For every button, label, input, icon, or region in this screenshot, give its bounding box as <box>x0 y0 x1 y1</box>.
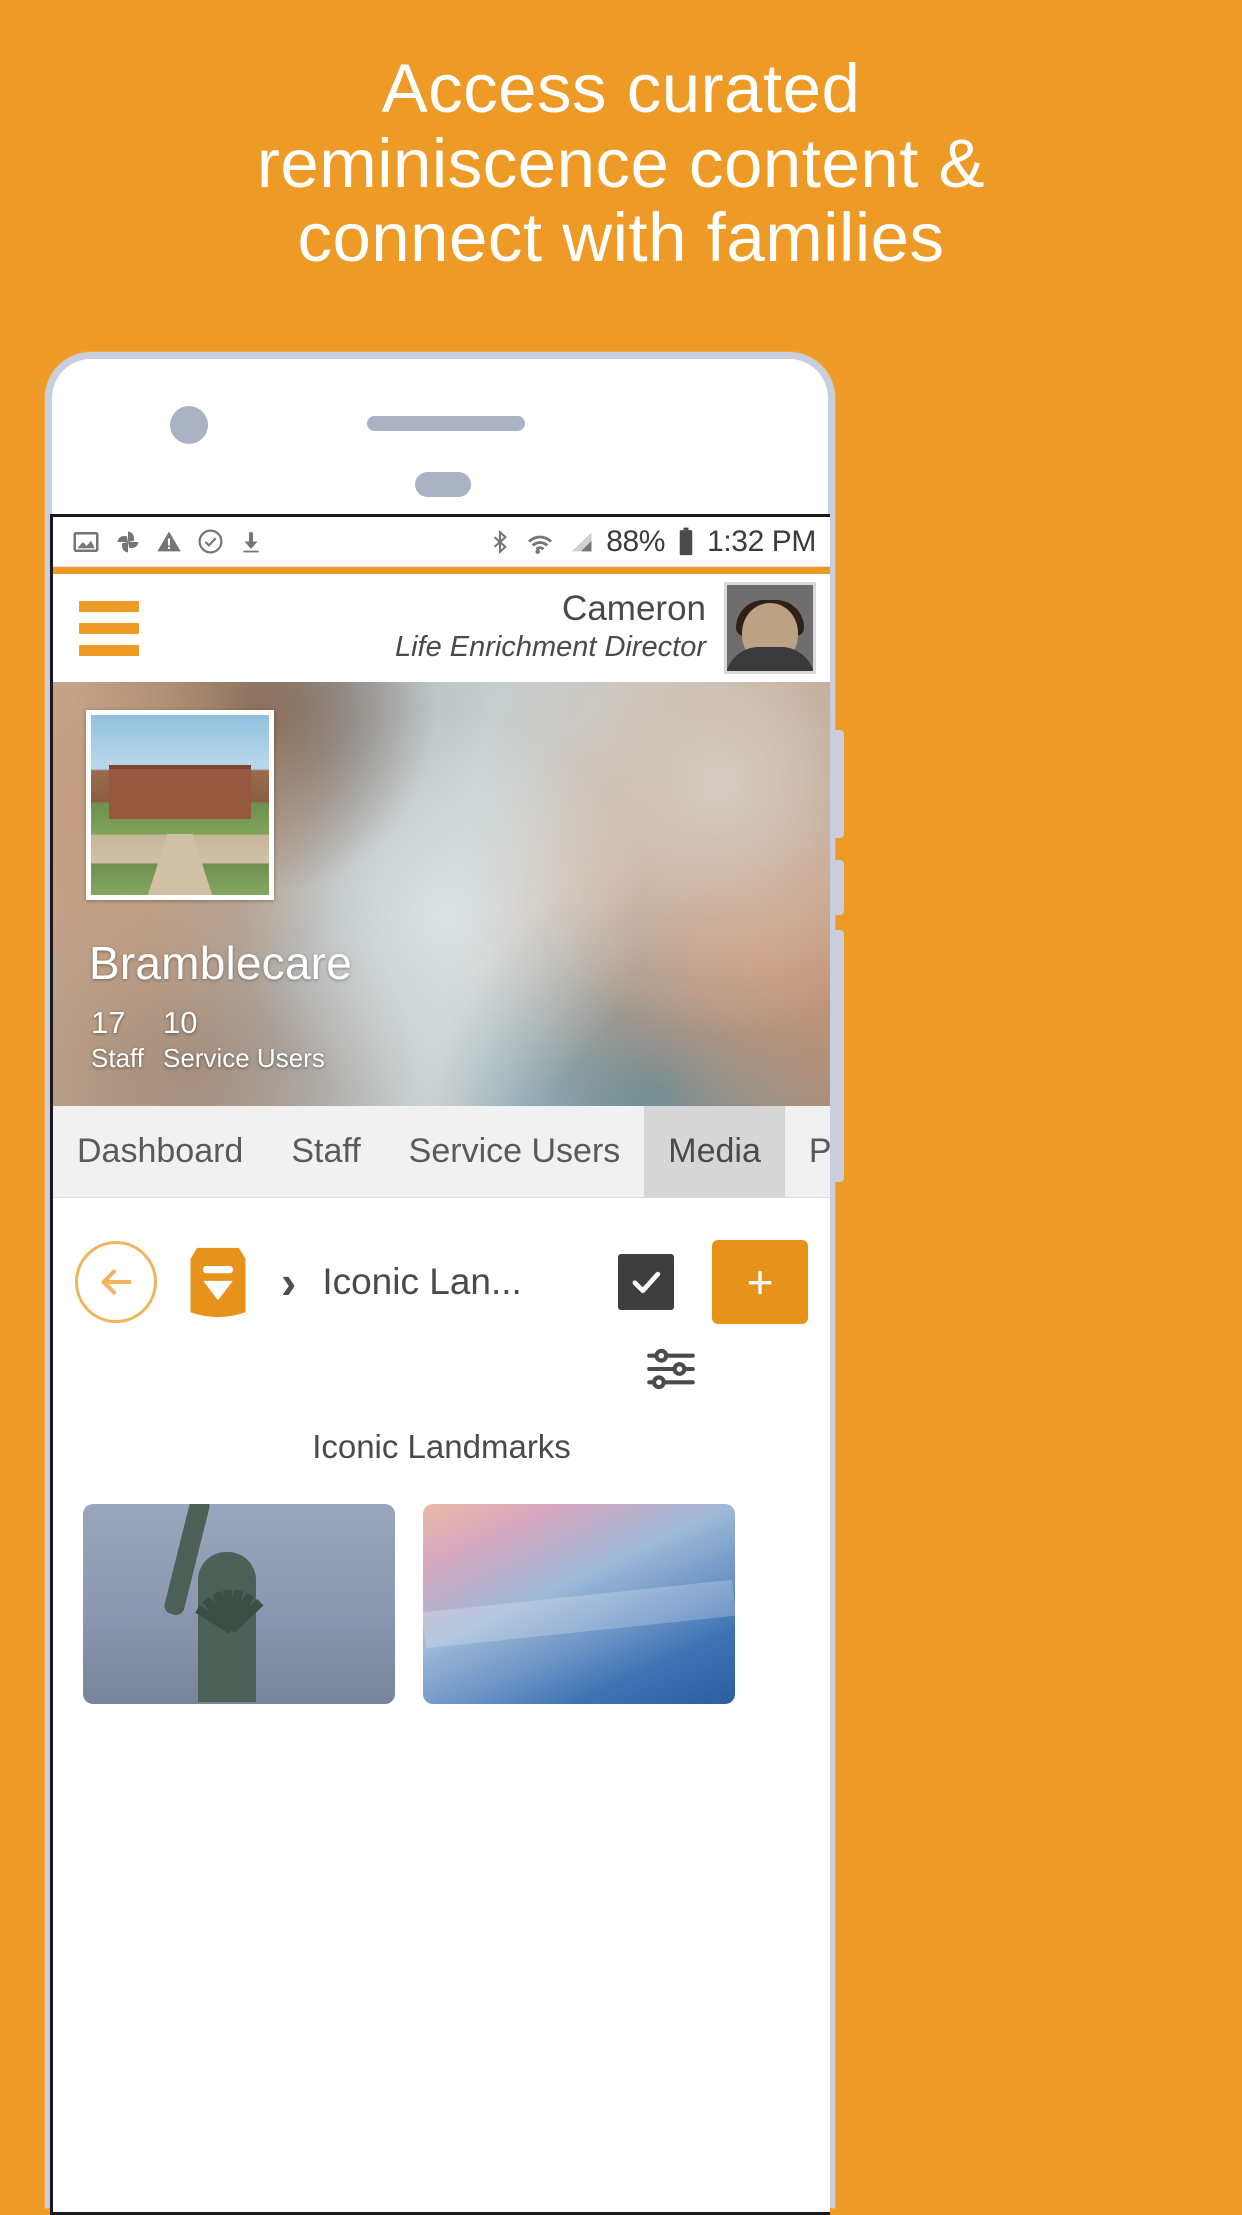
stat-staff-label: Staff <box>91 1042 145 1073</box>
signal-icon <box>571 532 592 551</box>
filter-row <box>53 1324 830 1398</box>
breadcrumb[interactable]: Iconic Lan... <box>322 1261 522 1303</box>
volume-down-button[interactable] <box>832 860 844 915</box>
media-card[interactable] <box>423 1504 735 1704</box>
select-all-checkbox[interactable] <box>618 1254 674 1310</box>
proximity-sensor <box>415 472 471 497</box>
avatar[interactable] <box>724 582 816 674</box>
phone-screen: 88% 1:32 PM Cameron Life Enrichment Dire… <box>50 514 830 2215</box>
organisation-stats: 17 Staff 10 Service Users <box>91 1004 325 1074</box>
check-circle-icon <box>198 529 223 554</box>
media-toolbar: › Iconic Lan... + <box>53 1198 830 1324</box>
battery-percent: 88% <box>606 524 666 558</box>
headline-line-3: connect with families <box>297 199 945 277</box>
hamburger-menu-icon[interactable] <box>79 600 139 656</box>
stat-staff-value: 17 <box>91 1005 126 1041</box>
phone-mockup: 88% 1:32 PM Cameron Life Enrichment Dire… <box>45 352 835 2215</box>
user-name: Cameron <box>562 589 706 629</box>
status-bar-right-icons: 88% 1:32 PM <box>487 525 816 559</box>
front-camera-icon <box>170 406 208 444</box>
pinwheel-icon <box>117 531 139 552</box>
headline-line-2: reminiscence content & <box>256 124 986 202</box>
power-button[interactable] <box>832 930 844 1182</box>
filter-sliders-icon[interactable] <box>642 1340 700 1398</box>
back-button[interactable] <box>75 1241 157 1323</box>
organisation-thumbnail[interactable] <box>86 710 274 900</box>
tab-dashboard[interactable]: Dashboard <box>53 1106 267 1197</box>
volume-up-button[interactable] <box>832 730 844 838</box>
archive-box-icon[interactable] <box>185 1246 251 1318</box>
clock: 1:32 PM <box>707 524 816 558</box>
headline-line-1: Access curated <box>381 50 861 127</box>
back-arrow-icon <box>101 1269 132 1295</box>
wifi-icon <box>528 535 553 554</box>
add-media-button[interactable]: + <box>712 1240 808 1324</box>
status-bar-left-icons <box>71 527 264 557</box>
tab-media[interactable]: Media <box>644 1106 785 1197</box>
tab-places[interactable]: Places <box>785 1106 830 1197</box>
warning-icon <box>157 531 181 551</box>
image-icon <box>73 531 99 552</box>
stat-service-users: 10 Service Users <box>163 1004 325 1074</box>
media-grid <box>53 1466 830 1704</box>
download-icon <box>243 531 259 552</box>
promo-headline: Access curated reminiscence content & co… <box>0 50 1242 277</box>
user-info[interactable]: Cameron Life Enrichment Director <box>395 589 724 667</box>
stat-service-users-label: Service Users <box>163 1042 325 1073</box>
stat-staff: 17 Staff <box>91 1004 155 1074</box>
organisation-hero: Bramblecare 17 Staff 10 Service Users <box>53 682 830 1106</box>
chevron-right-icon: › <box>281 1256 297 1308</box>
stat-service-users-value: 10 <box>163 1005 198 1041</box>
section-title: Iconic Landmarks <box>312 1428 571 1465</box>
section-tabs: Dashboard Staff Service Users Media Plac… <box>53 1106 830 1198</box>
media-content-panel: › Iconic Lan... + Iconic Landmarks <box>53 1198 830 2212</box>
bluetooth-icon <box>494 529 508 554</box>
tab-service-users[interactable]: Service Users <box>385 1106 645 1197</box>
brand-accent-bar <box>53 567 830 574</box>
organisation-name: Bramblecare <box>89 937 352 989</box>
checkbox-checked-icon <box>632 1271 661 1294</box>
tab-staff[interactable]: Staff <box>267 1106 384 1197</box>
app-header: Cameron Life Enrichment Director <box>53 574 830 682</box>
status-bar: 88% 1:32 PM <box>53 517 830 567</box>
earpiece-speaker <box>367 416 525 431</box>
media-card[interactable] <box>83 1504 395 1704</box>
user-role: Life Enrichment Director <box>394 631 706 664</box>
battery-icon <box>679 527 693 555</box>
